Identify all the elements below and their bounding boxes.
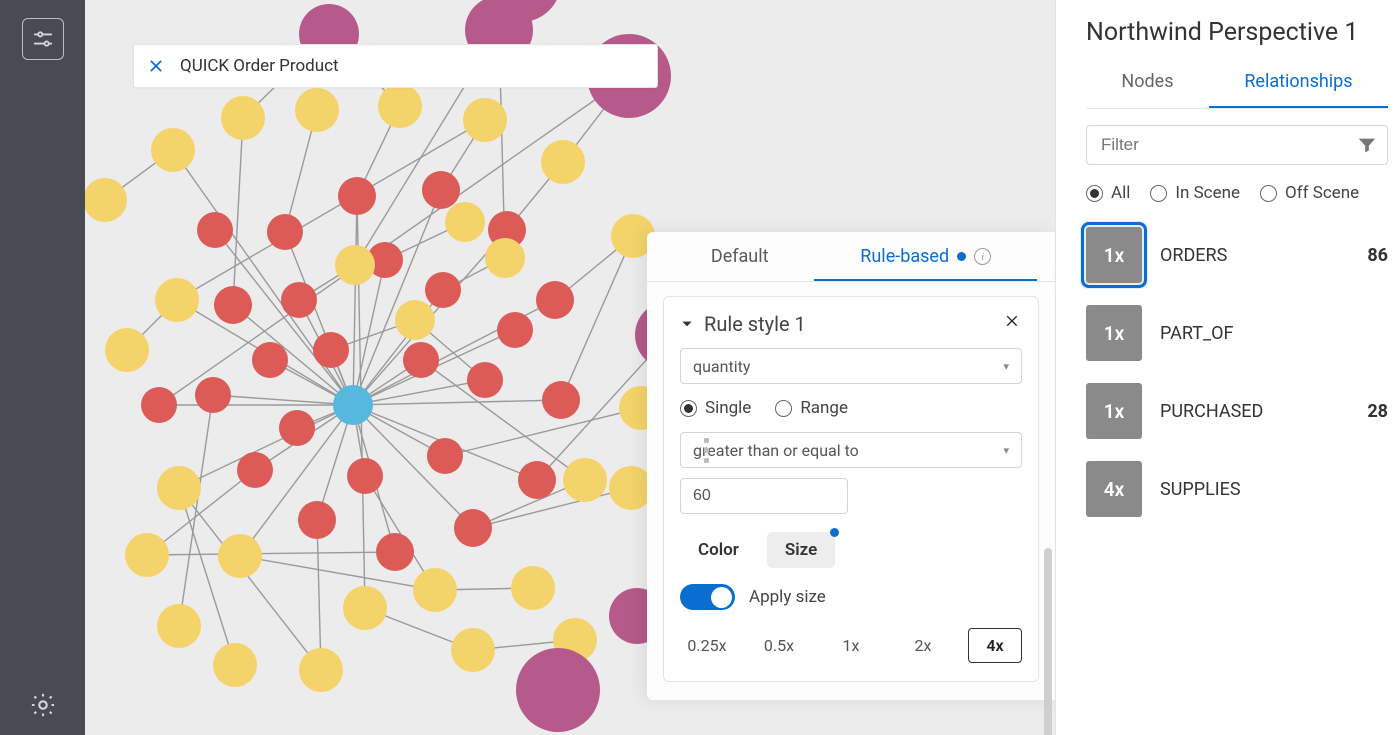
info-icon[interactable]: i — [974, 248, 991, 265]
relationship-count: 28 — [1367, 401, 1388, 422]
relationship-name: ORDERS — [1160, 245, 1349, 266]
size-option-4x[interactable]: 4x — [968, 628, 1022, 663]
chevron-down-icon: ▾ — [1003, 360, 1009, 373]
radio-icon — [1260, 185, 1277, 202]
relationship-badge[interactable]: 1x — [1086, 383, 1142, 439]
size-option-0.5x[interactable]: 0.5x — [752, 628, 806, 663]
radio-icon — [1150, 185, 1167, 202]
scope-off-scene[interactable]: Off Scene — [1260, 183, 1359, 203]
scope-all-label: All — [1111, 183, 1130, 203]
rule-title: Rule style 1 — [704, 312, 806, 336]
radio-icon — [680, 400, 697, 417]
tab-rule-based[interactable]: Rule-based i — [814, 232, 1037, 281]
property-select[interactable]: quantity ▾ — [680, 348, 1022, 384]
relationship-list: 1x ORDERS 86 1x PART_OF 1x PURCHASED 28 4x SUPPLI… — [1056, 217, 1400, 517]
scope-in-scene-label: In Scene — [1175, 183, 1240, 203]
radio-icon — [1086, 185, 1103, 202]
size-option-0.25x[interactable]: 0.25x — [680, 628, 734, 663]
close-icon[interactable] — [148, 58, 164, 74]
panel-drag-handle[interactable] — [704, 438, 709, 463]
tab-relationships[interactable]: Relationships — [1209, 65, 1388, 108]
tab-nodes[interactable]: Nodes — [1086, 65, 1209, 108]
rule-style-panel: Default Rule-based i Rule style 1 — [647, 232, 1055, 700]
mode-range-label: Range — [800, 398, 848, 418]
rule-active-dot — [957, 252, 966, 261]
operator-select[interactable]: greater than or equal to ▾ — [680, 432, 1022, 468]
filter-icon[interactable] — [1356, 134, 1378, 160]
scope-in-scene[interactable]: In Scene — [1150, 183, 1240, 203]
remove-rule-icon[interactable] — [1004, 311, 1022, 336]
left-rail — [0, 0, 85, 735]
size-active-dot — [830, 528, 839, 537]
relationship-badge[interactable]: 1x — [1086, 305, 1142, 361]
radio-icon — [775, 400, 792, 417]
filter-input[interactable] — [1086, 125, 1388, 165]
style-tabs: Color Size — [680, 532, 1022, 568]
relationship-badge[interactable]: 4x — [1086, 461, 1142, 517]
property-select-value: quantity — [693, 357, 750, 376]
search-text: QUICK Order Product — [180, 56, 339, 76]
relationship-badge[interactable]: 1x — [1086, 227, 1142, 283]
operator-select-value: greater than or equal to — [693, 441, 859, 460]
apply-size-toggle[interactable] — [680, 584, 735, 610]
relationship-row[interactable]: 1x ORDERS 86 — [1086, 227, 1388, 283]
chevron-down-icon: ▾ — [1003, 444, 1009, 457]
tab-rule-based-label: Rule-based — [860, 246, 949, 267]
mode-single[interactable]: Single — [680, 398, 751, 418]
relationship-row[interactable]: 4x SUPPLIES — [1086, 461, 1388, 517]
right-tabs: Nodes Relationships — [1086, 65, 1388, 109]
tab-default[interactable]: Default — [665, 232, 814, 281]
style-tab-size-label: Size — [785, 540, 817, 560]
relationship-count: 86 — [1367, 245, 1388, 266]
chevron-down-icon[interactable] — [680, 312, 694, 336]
gear-icon[interactable] — [29, 691, 57, 723]
relationship-name: SUPPLIES — [1160, 479, 1388, 500]
mode-radio-group: Single Range — [680, 398, 1022, 418]
scope-radio-group: All In Scene Off Scene — [1086, 183, 1388, 203]
relationship-name: PART_OF — [1160, 323, 1388, 344]
search-chip: QUICK Order Product — [133, 44, 658, 88]
rule-card: Rule style 1 quantity ▾ Single — [663, 296, 1039, 682]
rule-tabs: Default Rule-based i — [647, 232, 1055, 282]
style-tab-color[interactable]: Color — [680, 532, 757, 568]
relationship-name: PURCHASED — [1160, 401, 1349, 422]
right-panel: Northwind Perspective 1 Nodes Relationsh… — [1055, 0, 1400, 735]
value-input[interactable] — [680, 478, 848, 514]
mode-single-label: Single — [705, 398, 751, 418]
relationship-row[interactable]: 1x PURCHASED 28 — [1086, 383, 1388, 439]
perspective-title: Northwind Perspective 1 — [1056, 0, 1400, 65]
size-option-2x[interactable]: 2x — [896, 628, 950, 663]
sliders-icon[interactable] — [22, 18, 64, 60]
scope-all[interactable]: All — [1086, 183, 1130, 203]
relationship-row[interactable]: 1x PART_OF — [1086, 305, 1388, 361]
mode-range[interactable]: Range — [775, 398, 848, 418]
graph-canvas[interactable]: QUICK Order Product Default Rule-based i… — [85, 0, 1055, 735]
size-options: 0.25x 0.5x 1x 2x 4x — [680, 628, 1022, 663]
apply-size-label: Apply size — [749, 587, 826, 607]
size-option-1x[interactable]: 1x — [824, 628, 878, 663]
filter-wrap — [1086, 125, 1388, 165]
style-tab-size[interactable]: Size — [767, 532, 835, 568]
scope-off-scene-label: Off Scene — [1285, 183, 1359, 203]
